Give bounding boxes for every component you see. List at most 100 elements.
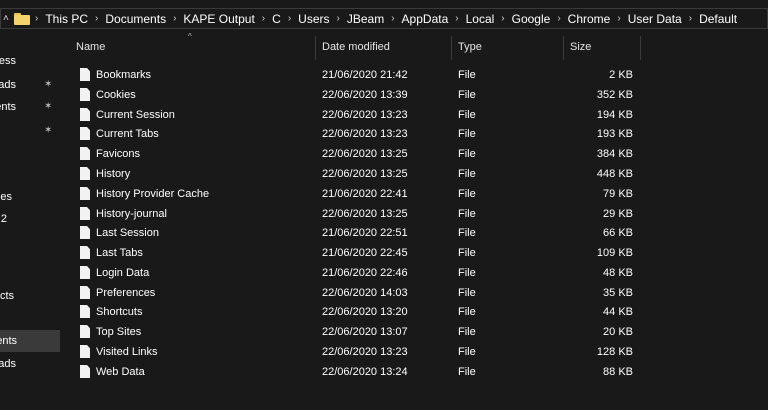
file-date-modified: 21/06/2020 21:42: [322, 69, 408, 81]
file-name: Current Session: [96, 109, 175, 121]
nav-item[interactable]: cts: [0, 285, 60, 307]
file-icon: [80, 365, 90, 378]
file-date-modified: 22/06/2020 13:39: [322, 89, 408, 101]
nav-item[interactable]: es: [0, 186, 60, 208]
file-type: File: [458, 69, 476, 81]
breadcrumb-user-data[interactable]: User Data: [622, 12, 688, 26]
nav-item[interactable]: ads: [0, 353, 60, 375]
pin-icon[interactable]: ✶: [44, 96, 52, 118]
breadcrumb-local[interactable]: Local: [460, 12, 501, 26]
breadcrumb-google[interactable]: Google: [506, 12, 557, 26]
file-row[interactable]: Favicons 22/06/2020 13:25 File 384 KB: [60, 144, 768, 164]
file-type: File: [458, 247, 476, 259]
file-name: Login Data: [96, 267, 150, 279]
file-row[interactable]: Last Tabs 21/06/2020 22:45 File 109 KB: [60, 243, 768, 263]
file-type: File: [458, 188, 476, 200]
file-name: Shortcuts: [96, 306, 143, 318]
file-row[interactable]: Current Session 22/06/2020 13:23 File 19…: [60, 105, 768, 125]
column-header-date-modified[interactable]: Date modified: [322, 41, 390, 53]
breadcrumb-appdata[interactable]: AppData: [396, 12, 455, 26]
file-type: File: [458, 168, 476, 180]
file-name: History-journal: [96, 208, 167, 220]
file-name: Favicons: [96, 148, 141, 160]
file-type: File: [458, 227, 476, 239]
column-divider[interactable]: [451, 36, 452, 60]
file-row[interactable]: Shortcuts 22/06/2020 13:20 File 44 KB: [60, 302, 768, 322]
breadcrumb-kape-output[interactable]: KAPE Output: [177, 12, 260, 26]
file-name: Last Session: [96, 227, 159, 239]
file-type: File: [458, 208, 476, 220]
file-row[interactable]: Top Sites 22/06/2020 13:07 File 20 KB: [60, 322, 768, 342]
file-icon: [80, 286, 90, 299]
file-size: 48 KB: [603, 267, 633, 279]
file-icon: [80, 246, 90, 259]
file-row[interactable]: Visited Links 22/06/2020 13:23 File 128 …: [60, 342, 768, 362]
file-date-modified: 22/06/2020 14:03: [322, 287, 408, 299]
breadcrumb-c[interactable]: C: [266, 12, 287, 26]
file-row[interactable]: Bookmarks 21/06/2020 21:42 File 2 KB: [60, 65, 768, 85]
sort-ascending-icon: ^: [188, 32, 192, 41]
file-row[interactable]: Web Data 22/06/2020 13:24 File 88 KB: [60, 362, 768, 382]
file-size: 352 KB: [596, 89, 633, 101]
column-header-type[interactable]: Type: [458, 41, 482, 53]
nav-item-pinned-row[interactable]: [0, 74, 60, 96]
file-type: File: [458, 128, 476, 140]
breadcrumb-default[interactable]: Default: [693, 12, 743, 26]
file-date-modified: 22/06/2020 13:25: [322, 208, 408, 220]
breadcrumb-documents[interactable]: Documents: [99, 12, 172, 26]
file-row[interactable]: Preferences 22/06/2020 14:03 File 35 KB: [60, 283, 768, 303]
file-date-modified: 22/06/2020 13:23: [322, 109, 408, 121]
pin-icon[interactable]: ✶: [44, 120, 52, 142]
file-type: File: [458, 346, 476, 358]
file-name: Bookmarks: [96, 69, 152, 81]
address-bar[interactable]: ˄ › This PC › Documents › KAPE Output › …: [0, 8, 768, 29]
column-divider[interactable]: [563, 36, 564, 60]
file-size: 448 KB: [596, 168, 633, 180]
breadcrumb-jbeam[interactable]: JBeam: [341, 12, 390, 26]
breadcrumb-this-pc[interactable]: This PC: [39, 12, 94, 26]
file-date-modified: 22/06/2020 13:24: [322, 366, 408, 378]
file-row[interactable]: History-journal 22/06/2020 13:25 File 29…: [60, 204, 768, 224]
file-type: File: [458, 148, 476, 160]
file-size: 384 KB: [596, 148, 633, 160]
chevron-up-icon[interactable]: ˄: [3, 13, 13, 24]
file-date-modified: 22/06/2020 13:25: [322, 168, 408, 180]
folder-icon: [14, 12, 30, 25]
file-row[interactable]: History 22/06/2020 13:25 File 448 KB: [60, 164, 768, 184]
nav-item-label: ents: [0, 101, 16, 113]
file-size: 79 KB: [603, 188, 633, 200]
file-icon: [80, 345, 90, 358]
nav-item-label: ents: [0, 335, 17, 347]
column-header-size[interactable]: Size: [570, 41, 591, 53]
file-type: File: [458, 326, 476, 338]
file-type: File: [458, 89, 476, 101]
column-divider[interactable]: [315, 36, 316, 60]
nav-item[interactable]: 2: [0, 208, 60, 230]
file-row[interactable]: Cookies 22/06/2020 13:39 File 352 KB: [60, 85, 768, 105]
file-row[interactable]: Current Tabs 22/06/2020 13:23 File 193 K…: [60, 124, 768, 144]
file-type: File: [458, 366, 476, 378]
nav-item-selected[interactable]: ents: [0, 330, 60, 352]
breadcrumb-users[interactable]: Users: [292, 12, 335, 26]
file-row[interactable]: Last Session 21/06/2020 22:51 File 66 KB: [60, 223, 768, 243]
file-date-modified: 21/06/2020 22:41: [322, 188, 408, 200]
file-date-modified: 21/06/2020 22:46: [322, 267, 408, 279]
navigation-pane: ess ads ✶ ents ✶ ✶ es 2 cts ents ads: [0, 30, 60, 410]
column-header-name[interactable]: Name: [76, 41, 105, 53]
breadcrumb-chrome[interactable]: Chrome: [562, 12, 617, 26]
nav-item-quick-access[interactable]: ess: [0, 50, 60, 72]
nav-item-label: ess: [0, 55, 16, 67]
file-row[interactable]: History Provider Cache 21/06/2020 22:41 …: [60, 184, 768, 204]
file-type: File: [458, 306, 476, 318]
nav-item-pinned[interactable]: ents ✶: [0, 96, 60, 118]
file-size: 2 KB: [609, 69, 633, 81]
column-divider[interactable]: [640, 36, 641, 60]
file-date-modified: 22/06/2020 13:25: [322, 148, 408, 160]
file-row[interactable]: Login Data 21/06/2020 22:46 File 48 KB: [60, 263, 768, 283]
file-size: 44 KB: [603, 306, 633, 318]
file-size: 20 KB: [603, 326, 633, 338]
file-icon: [80, 88, 90, 101]
file-name: History: [96, 168, 131, 180]
nav-item-pinned[interactable]: ✶: [0, 120, 60, 142]
file-icon: [80, 127, 90, 140]
